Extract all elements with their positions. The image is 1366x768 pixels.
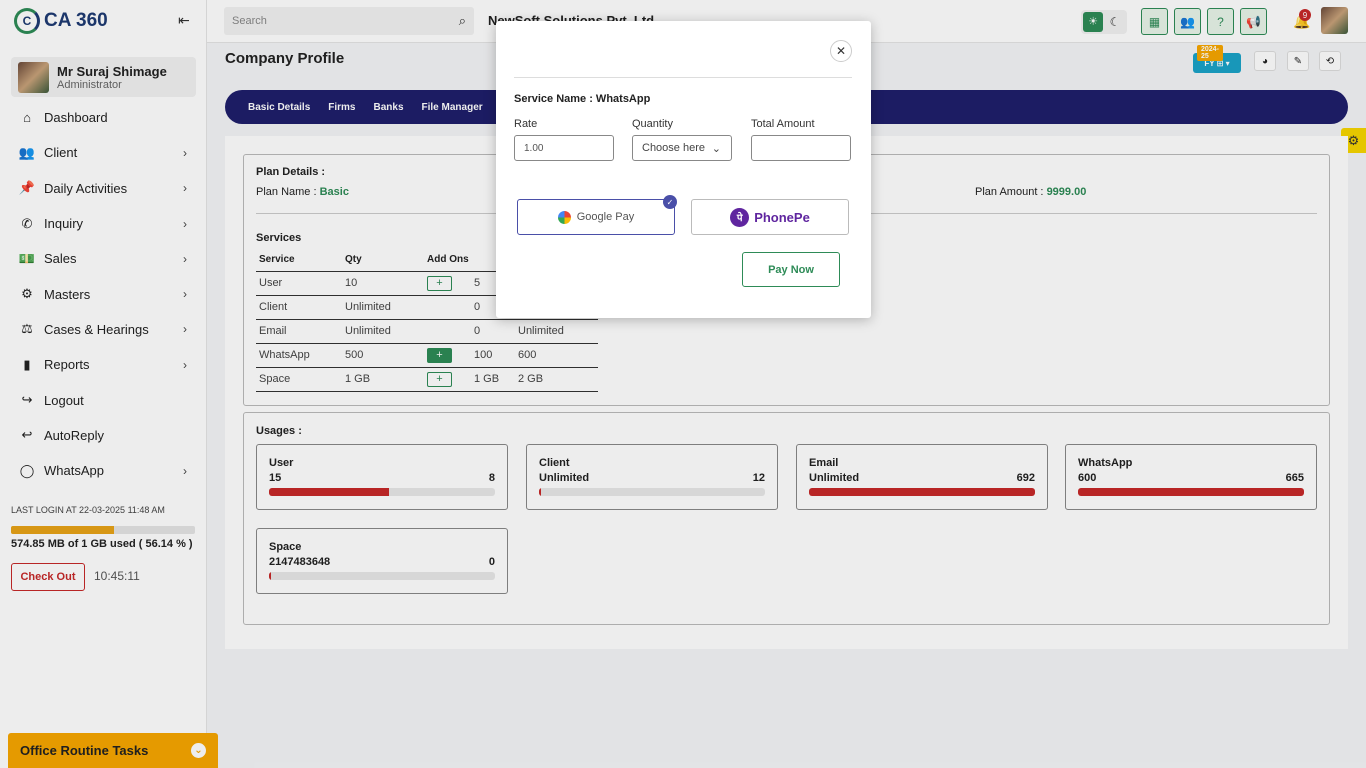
google-pay-label: Google Pay [576, 211, 635, 223]
phonepe-icon: पे [730, 207, 750, 227]
modal-divider [514, 77, 852, 78]
phonepe-option[interactable]: पे PhonePe [691, 199, 849, 235]
phonepe-label: PhonePe [754, 209, 810, 225]
quantity-select-placeholder: Choose here [642, 142, 705, 154]
google-pay-icon [557, 210, 571, 224]
selected-check-icon: ✓ [663, 195, 677, 209]
pay-now-button[interactable]: Pay Now [742, 252, 840, 287]
quantity-select[interactable]: Choose here ⌄ [632, 135, 732, 161]
payment-modal: ✕ Service Name : WhatsApp Rate Quantity … [496, 21, 871, 318]
quantity-label: Quantity [632, 118, 673, 130]
close-icon[interactable]: ✕ [830, 40, 852, 62]
google-pay-option[interactable]: Google Pay [517, 199, 675, 235]
rate-input[interactable]: 1.00 [514, 135, 614, 161]
chevron-down-icon: ⌄ [711, 142, 721, 155]
rate-label: Rate [514, 118, 538, 130]
total-amount-input[interactable] [751, 135, 851, 161]
service-name: Service Name : WhatsApp [514, 93, 651, 105]
total-amount-label: Total Amount [751, 118, 815, 130]
